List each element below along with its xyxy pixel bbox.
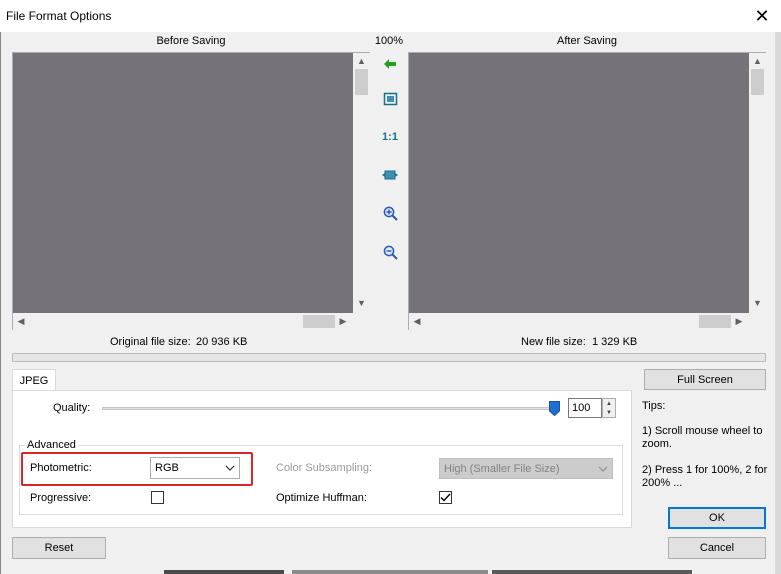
quality-slider-thumb[interactable]: [549, 401, 560, 417]
tip-2: 2) Press 1 for 100%, 2 for 200% ...: [642, 464, 768, 489]
highlight-annotation: [21, 452, 253, 486]
chevron-down-icon: [598, 466, 608, 472]
after-horizontal-scrollbar[interactable]: ◀ ▶: [409, 313, 766, 330]
tab-jpeg[interactable]: JPEG: [12, 369, 56, 391]
scroll-thumb[interactable]: [355, 69, 368, 95]
scroll-thumb[interactable]: [751, 69, 764, 95]
ok-button[interactable]: OK: [668, 507, 766, 529]
scroll-left-icon[interactable]: ◀: [15, 313, 27, 330]
arrow-left-icon[interactable]: [381, 55, 399, 73]
progressive-checkbox[interactable]: [151, 491, 164, 504]
full-screen-button[interactable]: Full Screen: [644, 369, 766, 390]
close-button[interactable]: ✕: [748, 4, 776, 28]
tips-title: Tips:: [642, 400, 666, 412]
before-saving-label: Before Saving: [156, 35, 226, 47]
after-vertical-scrollbar[interactable]: ▲ ▼: [749, 53, 766, 313]
quality-spinner[interactable]: ▲ ▼: [602, 398, 616, 418]
quality-input[interactable]: 100: [568, 398, 602, 418]
before-preview[interactable]: ▲ ▼ ◀ ▶: [12, 52, 370, 330]
quality-slider-track[interactable]: [102, 407, 558, 410]
new-size-label: New file size:: [521, 336, 586, 348]
spin-up-icon[interactable]: ▲: [603, 399, 615, 408]
scroll-right-icon[interactable]: ▶: [733, 313, 745, 330]
quality-label: Quality:: [53, 402, 91, 414]
before-vertical-scrollbar[interactable]: ▲ ▼: [353, 53, 370, 313]
progress-bar: [12, 353, 766, 362]
tip-1: 1) Scroll mouse wheel to zoom.: [642, 425, 763, 450]
scroll-thumb[interactable]: [699, 315, 731, 328]
background-fragment: [164, 570, 284, 574]
advanced-legend: Advanced: [25, 439, 78, 451]
one-to-one-button[interactable]: 1:1: [378, 128, 402, 146]
optimize-huffman-label: Optimize Huffman:: [276, 492, 367, 504]
background-fragment: [292, 570, 488, 574]
scroll-down-icon[interactable]: ▼: [353, 297, 370, 309]
zoom-in-icon[interactable]: [381, 204, 399, 222]
color-subsampling-value: High (Smaller File Size): [444, 462, 560, 475]
after-saving-label: After Saving: [557, 35, 617, 47]
close-icon: ✕: [754, 5, 770, 26]
spin-down-icon[interactable]: ▼: [603, 408, 615, 417]
scroll-down-icon[interactable]: ▼: [749, 297, 766, 309]
original-size-value: 20 936 KB: [196, 336, 248, 348]
checkmark-icon: [440, 493, 451, 502]
optimize-huffman-checkbox[interactable]: [439, 491, 452, 504]
scroll-up-icon[interactable]: ▲: [749, 55, 766, 67]
cancel-button[interactable]: Cancel: [668, 537, 766, 559]
progressive-label: Progressive:: [30, 492, 92, 504]
reset-button[interactable]: Reset: [12, 537, 106, 559]
color-subsampling-select[interactable]: High (Smaller File Size): [439, 458, 613, 479]
original-size-label: Original file size:: [110, 336, 191, 348]
new-size-value: 1 329 KB: [592, 336, 638, 348]
scroll-thumb[interactable]: [303, 315, 335, 328]
after-preview[interactable]: ▲ ▼ ◀ ▶: [408, 52, 766, 330]
background-fragment: [492, 570, 692, 574]
window-title: File Format Options: [6, 9, 112, 23]
scroll-up-icon[interactable]: ▲: [353, 55, 370, 67]
color-subsampling-label: Color Subsampling:: [276, 462, 372, 474]
zoom-level: 100%: [374, 35, 404, 47]
before-horizontal-scrollbar[interactable]: ◀ ▶: [13, 313, 370, 330]
scroll-left-icon[interactable]: ◀: [411, 313, 423, 330]
fit-window-icon[interactable]: [381, 90, 399, 108]
zoom-out-icon[interactable]: [381, 243, 399, 261]
fit-width-icon[interactable]: [381, 166, 399, 184]
background-strip: [775, 32, 781, 574]
after-image: [409, 53, 749, 313]
scroll-right-icon[interactable]: ▶: [337, 313, 349, 330]
before-image: [13, 53, 353, 313]
title-bar: [0, 0, 781, 32]
